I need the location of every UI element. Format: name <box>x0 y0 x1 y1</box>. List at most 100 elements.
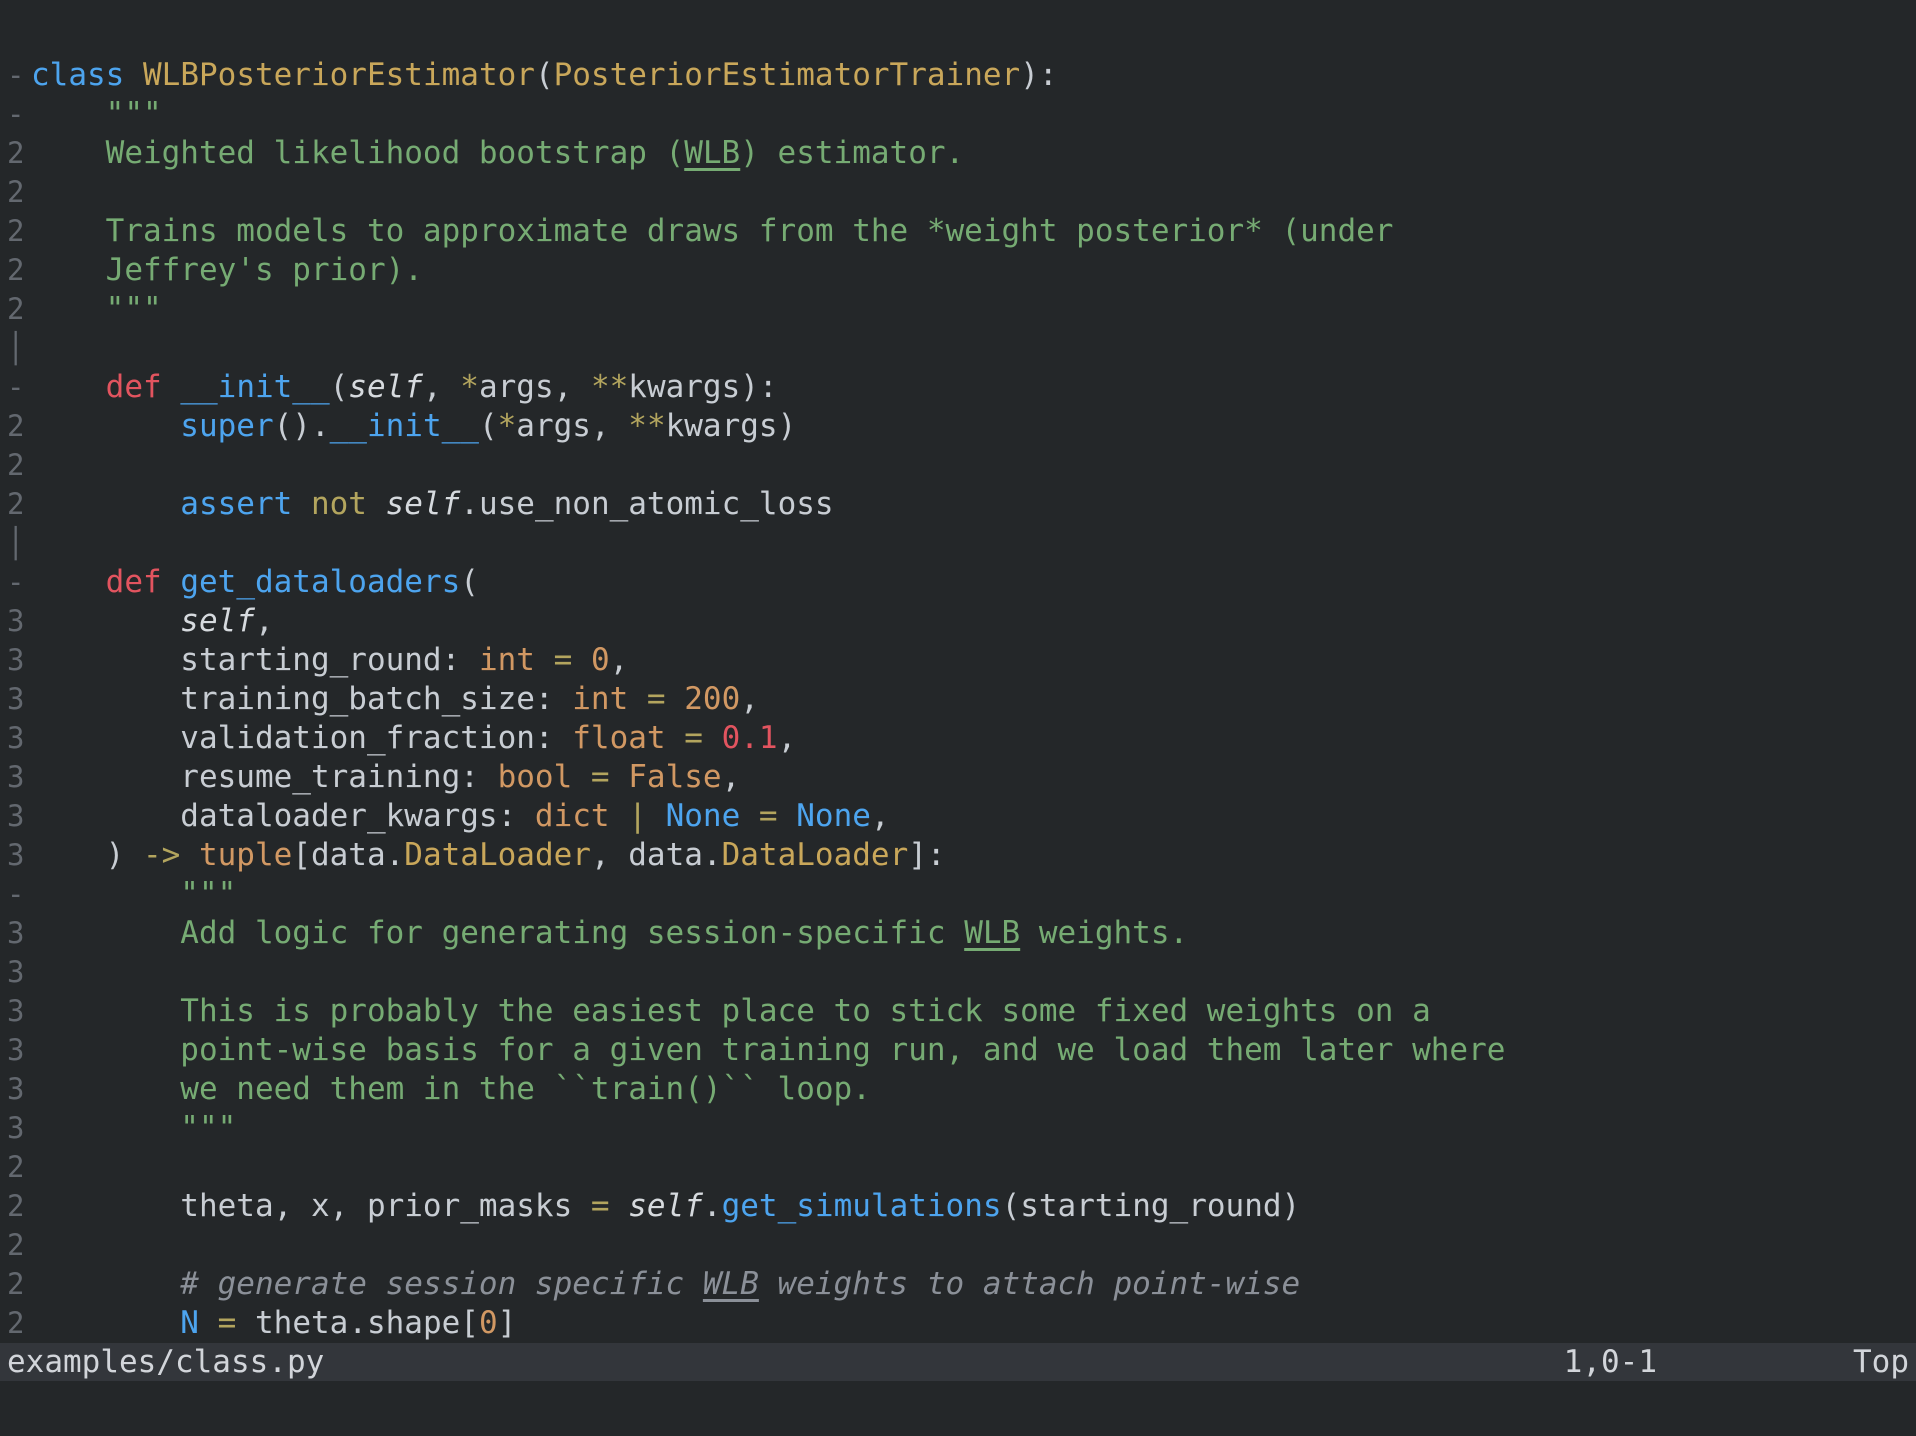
code-line[interactable]: -class WLBPosteriorEstimator(PosteriorEs… <box>0 56 1916 95</box>
fold-column-marker[interactable]: 2 <box>0 407 31 446</box>
code-segment: """ <box>31 291 162 327</box>
fold-column-marker[interactable]: 2 <box>0 1304 31 1343</box>
code-segment: ] <box>498 1305 517 1341</box>
code-segment: ( <box>535 57 554 93</box>
fold-column-marker[interactable]: 3 <box>0 719 31 758</box>
code-segment: WLB <box>703 1266 759 1302</box>
fold-column-marker[interactable]: 3 <box>0 680 31 719</box>
fold-column-marker[interactable]: 3 <box>0 758 31 797</box>
code-line[interactable]: 2 <box>0 1148 1916 1187</box>
fold-column-marker[interactable]: 3 <box>0 641 31 680</box>
code-line[interactable]: 3 training_batch_size: int = 200, <box>0 680 1916 719</box>
code-line[interactable]: 2 Jeffrey's prior). <box>0 251 1916 290</box>
code-line[interactable]: 2 assert not self.use_non_atomic_loss <box>0 485 1916 524</box>
code-line[interactable]: 3 Add logic for generating session-speci… <box>0 914 1916 953</box>
fold-column-marker[interactable]: 2 <box>0 1148 31 1187</box>
code-segment: tuple <box>199 837 292 873</box>
code-segment: = <box>218 1305 237 1341</box>
fold-column-marker[interactable]: 2 <box>0 446 31 485</box>
code-line[interactable]: 2 Trains models to approximate draws fro… <box>0 212 1916 251</box>
fold-column-marker[interactable]: 3 <box>0 602 31 641</box>
code-segment: def <box>31 564 162 600</box>
fold-column-marker[interactable]: 2 <box>0 1226 31 1265</box>
code-segment <box>572 642 591 678</box>
fold-column-marker[interactable]: 2 <box>0 251 31 290</box>
command-line <box>0 1381 1916 1436</box>
code-segment <box>610 798 629 834</box>
code-segment <box>180 837 199 873</box>
fold-column-marker[interactable]: 3 <box>0 1031 31 1070</box>
fold-column-marker[interactable]: - <box>0 563 31 602</box>
fold-column-marker[interactable]: 2 <box>0 1187 31 1226</box>
code-line[interactable]: - def get_dataloaders( <box>0 563 1916 602</box>
fold-column-marker[interactable]: - <box>0 95 31 134</box>
code-segment: PosteriorEstimatorTrainer <box>554 57 1021 93</box>
code-segment: super <box>31 408 274 444</box>
fold-column-marker[interactable]: 3 <box>0 1070 31 1109</box>
fold-column-marker[interactable]: 3 <box>0 914 31 953</box>
code-line[interactable]: 3 <box>0 953 1916 992</box>
fold-column-marker[interactable]: │ <box>0 329 31 368</box>
fold-column-marker[interactable]: 2 <box>0 290 31 329</box>
fold-column-marker[interactable]: 3 <box>0 1109 31 1148</box>
code-segment: WLB <box>684 135 740 171</box>
code-line[interactable]: 2 <box>0 173 1916 212</box>
status-bar[interactable]: examples/class.py 1,0-1 Top <box>0 1343 1916 1381</box>
code-line[interactable]: 2 <box>0 1226 1916 1265</box>
code-segment: (starting_round) <box>1002 1188 1301 1224</box>
code-line[interactable]: │ <box>0 329 1916 368</box>
code-line[interactable]: - """ <box>0 875 1916 914</box>
code-segment: point-wise basis for a given training ru… <box>31 1032 1505 1068</box>
code-line[interactable]: 3 we need them in the ``train()`` loop. <box>0 1070 1916 1109</box>
code-line[interactable]: - def __init__(self, *args, **kwargs): <box>0 368 1916 407</box>
code-line[interactable]: 3 ) -> tuple[data.DataLoader, data.DataL… <box>0 836 1916 875</box>
fold-column-marker[interactable]: - <box>0 368 31 407</box>
code-segment: kwargs): <box>628 369 777 405</box>
code-line[interactable]: 3 self, <box>0 602 1916 641</box>
fold-column-marker[interactable]: 2 <box>0 485 31 524</box>
fold-column-marker[interactable]: 3 <box>0 836 31 875</box>
code-line[interactable]: 2 N = theta.shape[0] <box>0 1304 1916 1343</box>
code-line[interactable]: 3 This is probably the easiest place to … <box>0 992 1916 1031</box>
code-line[interactable]: 2 # generate session specific WLB weight… <box>0 1265 1916 1304</box>
code-line[interactable]: 2 <box>0 446 1916 485</box>
fold-column-marker[interactable]: 3 <box>0 797 31 836</box>
code-line[interactable]: 3 resume_training: bool = False, <box>0 758 1916 797</box>
fold-column-marker[interactable]: 3 <box>0 992 31 1031</box>
fold-column-marker[interactable]: 2 <box>0 1265 31 1304</box>
code-segment: [data. <box>292 837 404 873</box>
code-segment <box>535 642 554 678</box>
code-line[interactable]: 3 validation_fraction: float = 0.1, <box>0 719 1916 758</box>
code-segment: (). <box>274 408 330 444</box>
fold-column-marker[interactable] <box>0 17 31 56</box>
code-line[interactable]: │ <box>0 524 1916 563</box>
code-line[interactable]: 2 theta, x, prior_masks = self.get_simul… <box>0 1187 1916 1226</box>
code-segment: , data. <box>591 837 722 873</box>
code-line[interactable]: 3 dataloader_kwargs: dict | None = None, <box>0 797 1916 836</box>
code-line[interactable]: 2 """ <box>0 290 1916 329</box>
fold-column-marker[interactable]: 3 <box>0 953 31 992</box>
fold-column-marker[interactable]: │ <box>0 524 31 563</box>
code-segment: ( <box>460 564 479 600</box>
code-segment: class <box>31 57 124 93</box>
code-line[interactable]: 3 starting_round: int = 0, <box>0 641 1916 680</box>
fold-column-marker[interactable]: - <box>0 56 31 95</box>
code-segment <box>367 486 386 522</box>
code-buffer[interactable]: -class WLBPosteriorEstimator(PosteriorEs… <box>0 0 1916 1343</box>
code-segment <box>647 798 666 834</box>
fold-column-marker[interactable]: 2 <box>0 173 31 212</box>
code-segment <box>162 369 181 405</box>
fold-column-marker[interactable]: 2 <box>0 134 31 173</box>
code-line[interactable]: 2 Weighted likelihood bootstrap (WLB) es… <box>0 134 1916 173</box>
code-line[interactable]: 3 point-wise basis for a given training … <box>0 1031 1916 1070</box>
code-segment: N <box>31 1305 199 1341</box>
code-line[interactable]: - """ <box>0 95 1916 134</box>
code-line[interactable]: 2 super().__init__(*args, **kwargs) <box>0 407 1916 446</box>
code-segment <box>292 486 311 522</box>
code-line[interactable]: 3 """ <box>0 1109 1916 1148</box>
fold-column-marker[interactable]: 2 <box>0 212 31 251</box>
code-segment: * <box>498 408 517 444</box>
status-filename: examples/class.py <box>7 1343 324 1381</box>
fold-column-marker[interactable]: - <box>0 875 31 914</box>
code-line[interactable] <box>0 17 1916 56</box>
